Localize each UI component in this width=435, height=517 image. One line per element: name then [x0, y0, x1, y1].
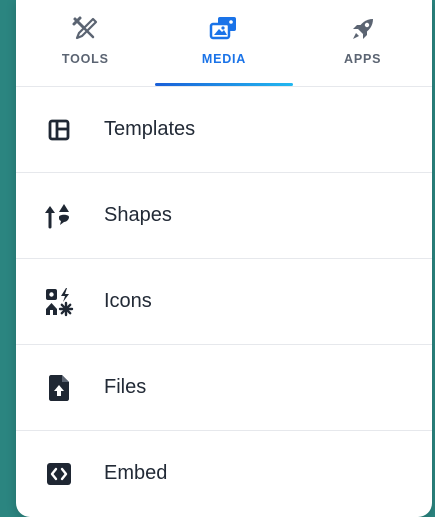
media-panel: TOOLS MEDIA APPS Templates Shapes Icons … [16, 0, 432, 517]
media-icon [209, 14, 239, 44]
file-upload-icon [44, 373, 74, 403]
menu-item-files[interactable]: Files [16, 345, 432, 431]
active-tab-indicator [154, 83, 294, 86]
rocket-icon [348, 14, 378, 44]
menu-item-label: Files [104, 376, 147, 398]
panel-tabs: TOOLS MEDIA APPS [16, 0, 432, 87]
tab-media[interactable]: MEDIA [154, 0, 294, 86]
tools-icon [70, 14, 100, 44]
tab-apps-label: APPS [344, 52, 382, 66]
embed-code-icon [44, 459, 74, 489]
menu-item-label: Templates [104, 118, 196, 140]
menu-item-icons[interactable]: Icons [16, 259, 432, 345]
tab-apps[interactable]: APPS [293, 0, 432, 86]
icons-icon [44, 287, 74, 317]
menu-item-label: Icons [104, 290, 152, 312]
tab-media-label: MEDIA [201, 52, 247, 66]
templates-icon [44, 115, 74, 145]
menu-item-shapes[interactable]: Shapes [16, 173, 432, 259]
menu-item-embed[interactable]: Embed [16, 431, 432, 516]
tab-tools-label: TOOLS [61, 52, 109, 66]
menu-item-label: Shapes [104, 204, 172, 226]
menu-item-templates[interactable]: Templates [16, 87, 432, 173]
menu-item-label: Embed [104, 462, 168, 484]
tab-tools[interactable]: TOOLS [16, 0, 155, 86]
media-menu: Templates Shapes Icons Files Embed [16, 87, 432, 516]
shapes-icon [44, 201, 74, 231]
